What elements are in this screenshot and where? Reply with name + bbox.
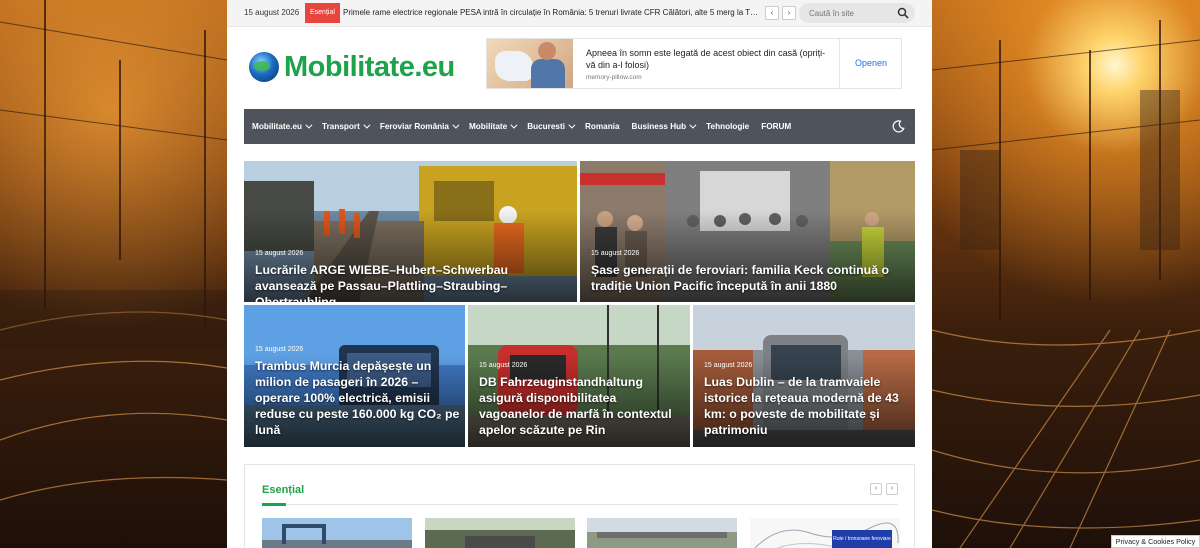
featured-card[interactable]: 15 august 2026 Șase generații de ferovia… <box>580 161 915 302</box>
ticker-next-button[interactable]: › <box>782 6 796 20</box>
nav-item-feroviar-romania[interactable]: Feroviar România <box>379 121 460 131</box>
chevron-down-icon <box>510 121 518 129</box>
page-container: 15 august 2026 Esențial Primele rame ele… <box>227 0 932 548</box>
search-input[interactable] <box>809 6 889 20</box>
nav-item-bucuresti[interactable]: Bucuresti <box>527 121 576 131</box>
article-title[interactable]: Trambus Murcia depășește un milion de pa… <box>255 358 460 438</box>
featured-card[interactable]: 15 august 2026 Lucrările ARGE WIEBE–Hube… <box>244 161 577 302</box>
site-logo[interactable]: Mobilitate.eu <box>249 51 455 83</box>
ad-domain: memory-pillow.com <box>586 74 642 81</box>
article-title[interactable]: Luas Dublin – de la tramvaiele istorice … <box>704 374 909 438</box>
logo-text: Mobilitate.eu <box>284 50 455 83</box>
nav-label: Mobilitate.eu <box>252 122 303 131</box>
ticker-prev-button[interactable]: ‹ <box>765 6 779 20</box>
main-nav: Mobilitate.eu Transport Feroviar România… <box>244 109 915 144</box>
chevron-down-icon <box>568 121 576 129</box>
featured-card[interactable]: 15 august 2026 Trambus Murcia depășește … <box>244 305 465 447</box>
nav-label: Romania <box>584 122 620 131</box>
ad-open-button[interactable]: Openen <box>839 39 902 88</box>
section-accent-bar <box>262 503 286 506</box>
article-thumbnail[interactable] <box>587 518 737 548</box>
nav-label: Feroviar România <box>379 122 449 131</box>
section-divider <box>262 504 898 505</box>
ad-image <box>487 39 573 88</box>
article-date: 15 august 2026 <box>255 346 304 353</box>
article-thumbnail-map[interactable]: Rute / tronsoane feroviare <box>750 518 900 548</box>
nav-label: Business Hub <box>631 122 687 131</box>
top-date: 15 august 2026 <box>244 8 300 17</box>
article-thumbnail[interactable] <box>425 518 575 548</box>
nav-item-business-hub[interactable]: Business Hub <box>631 121 697 131</box>
news-ticker-link[interactable]: Primele rame electrice regionale PESA in… <box>343 8 759 17</box>
nav-item-tehnologie[interactable]: Tehnologie <box>706 122 749 131</box>
featured-card[interactable]: 15 august 2026 DB Fahrzeuginstandhaltung… <box>468 305 690 447</box>
article-date: 15 august 2026 <box>704 362 753 369</box>
article-title[interactable]: DB Fahrzeuginstandhaltung asigură dispon… <box>479 374 684 438</box>
nav-label: Mobilitate <box>468 122 508 131</box>
ad-title[interactable]: Apneea în somn este legată de acest obie… <box>586 47 826 71</box>
globe-logo-icon <box>249 52 279 82</box>
article-date: 15 august 2026 <box>479 362 528 369</box>
dark-mode-moon-icon[interactable] <box>892 120 905 133</box>
privacy-cookies-policy-button[interactable]: Privacy & Cookies Policy <box>1111 535 1200 548</box>
section-prev-button[interactable]: ‹ <box>870 483 882 495</box>
nav-label: FORUM <box>761 122 792 131</box>
chevron-down-icon <box>452 121 460 129</box>
section-next-button[interactable]: › <box>886 483 898 495</box>
ad-banner[interactable]: Apneea în somn este legată de acest obie… <box>486 38 902 89</box>
article-title[interactable]: Șase generații de feroviari: familia Kec… <box>591 262 909 294</box>
chevron-down-icon <box>689 121 697 129</box>
breaking-badge[interactable]: Esențial <box>305 3 340 23</box>
section-title: Esențial <box>262 484 305 496</box>
essential-section: Esențial ‹ › Rute / tronsoane feroviare <box>244 464 915 548</box>
chevron-down-icon <box>363 121 371 129</box>
nav-label: Bucuresti <box>527 122 565 131</box>
nav-item-forum[interactable]: FORUM <box>761 122 791 131</box>
article-date: 15 august 2026 <box>591 250 640 257</box>
nav-item-transport[interactable]: Transport <box>322 121 371 131</box>
article-title[interactable]: Lucrările ARGE WIEBE–Hubert–Schwerbau av… <box>255 262 570 302</box>
nav-item-romania[interactable]: Romania <box>585 122 620 131</box>
featured-card[interactable]: 15 august 2026 Luas Dublin – de la tramv… <box>693 305 915 447</box>
article-date: 15 august 2026 <box>255 250 304 257</box>
map-legend-text: Rute / tronsoane feroviare <box>833 536 891 542</box>
nav-label: Transport <box>322 122 360 131</box>
search-box <box>799 3 915 23</box>
chevron-down-icon <box>305 121 313 129</box>
nav-item-mobilitate-eu[interactable]: Mobilitate.eu <box>252 121 313 131</box>
nav-item-mobilitate[interactable]: Mobilitate <box>468 121 518 131</box>
article-thumbnail[interactable] <box>262 518 412 548</box>
search-icon[interactable] <box>897 7 909 19</box>
nav-label: Tehnologie <box>706 122 750 131</box>
top-bar: 15 august 2026 Esențial Primele rame ele… <box>227 0 932 27</box>
